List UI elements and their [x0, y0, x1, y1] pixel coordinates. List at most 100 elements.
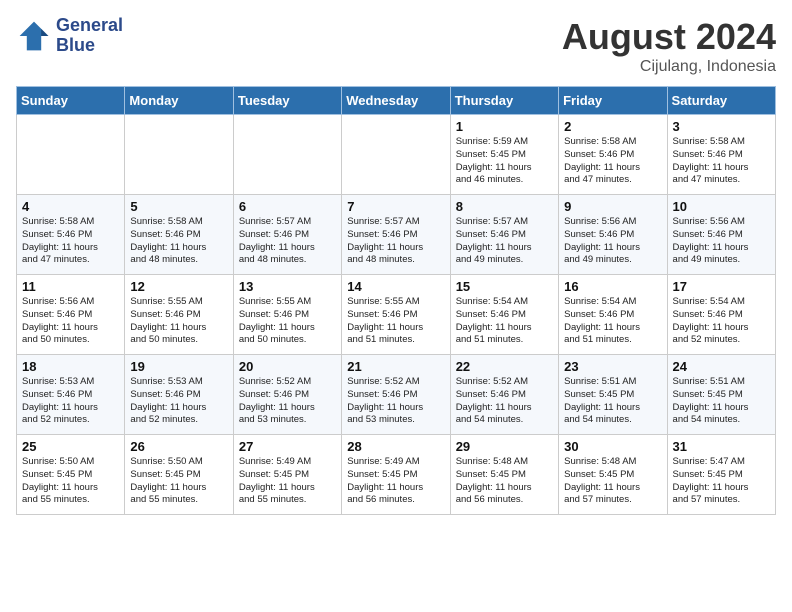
calendar-cell: 10 Sunrise: 5:56 AM Sunset: 5:46 PM Dayli… — [667, 195, 775, 275]
day-number: 30 — [564, 439, 661, 454]
day-number: 26 — [130, 439, 227, 454]
day-info: Sunrise: 5:52 AM Sunset: 5:46 PM Dayligh… — [347, 376, 444, 427]
day-number: 3 — [673, 119, 770, 134]
calendar-cell: 22Sunrise: 5:52 AM Sunset: 5:46 PM Dayli… — [450, 355, 558, 435]
day-info: Sunrise: 5:55 AM Sunset: 5:46 PM Dayligh… — [347, 296, 444, 347]
calendar-cell — [17, 115, 125, 195]
day-info: Sunrise: 5:57 AM Sunset: 5:46 PM Dayligh… — [347, 216, 444, 267]
day-info: Sunrise: 5:58 AM Sunset: 5:46 PM Dayligh… — [130, 216, 227, 267]
calendar-cell: 25Sunrise: 5:50 AM Sunset: 5:45 PM Dayli… — [17, 435, 125, 515]
day-info: Sunrise: 5:54 AM Sunset: 5:46 PM Dayligh… — [564, 296, 661, 347]
day-number: 24 — [673, 359, 770, 374]
day-number: 22 — [456, 359, 553, 374]
calendar-cell: 1 Sunrise: 5:59 AM Sunset: 5:45 PM Daylig… — [450, 115, 558, 195]
calendar-cell: 28Sunrise: 5:49 AM Sunset: 5:45 PM Dayli… — [342, 435, 450, 515]
logo-icon — [16, 18, 52, 54]
day-info: Sunrise: 5:58 AM Sunset: 5:46 PM Dayligh… — [22, 216, 119, 267]
day-info: Sunrise: 5:58 AM Sunset: 5:46 PM Dayligh… — [564, 136, 661, 187]
weekday-header-thursday: Thursday — [450, 87, 558, 115]
calendar-cell: 17Sunrise: 5:54 AM Sunset: 5:46 PM Dayli… — [667, 275, 775, 355]
calendar-cell: 21 Sunrise: 5:52 AM Sunset: 5:46 PM Dayli… — [342, 355, 450, 435]
day-info: Sunrise: 5:57 AM Sunset: 5:46 PM Dayligh… — [456, 216, 553, 267]
calendar-cell: 26 Sunrise: 5:50 AM Sunset: 5:45 PM Dayli… — [125, 435, 233, 515]
calendar-cell: 5Sunrise: 5:58 AM Sunset: 5:46 PM Daylig… — [125, 195, 233, 275]
location-subtitle: Cijulang, Indonesia — [562, 58, 776, 76]
day-number: 29 — [456, 439, 553, 454]
day-number: 16 — [564, 279, 661, 294]
day-info: Sunrise: 5:50 AM Sunset: 5:45 PM Dayligh… — [130, 456, 227, 507]
day-info: Sunrise: 5:56 AM Sunset: 5:46 PM Dayligh… — [22, 296, 119, 347]
day-number: 20 — [239, 359, 336, 374]
day-number: 21 — [347, 359, 444, 374]
weekday-header-monday: Monday — [125, 87, 233, 115]
weekday-header-tuesday: Tuesday — [233, 87, 341, 115]
calendar-cell: 11 Sunrise: 5:56 AM Sunset: 5:46 PM Dayli… — [17, 275, 125, 355]
calendar-cell — [233, 115, 341, 195]
calendar-cell: 3 Sunrise: 5:58 AM Sunset: 5:46 PM Daylig… — [667, 115, 775, 195]
calendar-cell: 4 Sunrise: 5:58 AM Sunset: 5:46 PM Daylig… — [17, 195, 125, 275]
month-year-title: August 2024 — [562, 16, 776, 58]
title-block: August 2024 Cijulang, Indonesia — [562, 16, 776, 76]
page-header: General Blue August 2024 Cijulang, Indon… — [16, 16, 776, 76]
calendar-cell: 27Sunrise: 5:49 AM Sunset: 5:45 PM Dayli… — [233, 435, 341, 515]
calendar-cell: 18 Sunrise: 5:53 AM Sunset: 5:46 PM Dayli… — [17, 355, 125, 435]
day-number: 23 — [564, 359, 661, 374]
calendar-cell: 2 Sunrise: 5:58 AM Sunset: 5:46 PM Daylig… — [559, 115, 667, 195]
day-info: Sunrise: 5:47 AM Sunset: 5:45 PM Dayligh… — [673, 456, 770, 507]
day-info: Sunrise: 5:57 AM Sunset: 5:46 PM Dayligh… — [239, 216, 336, 267]
calendar-cell: 14Sunrise: 5:55 AM Sunset: 5:46 PM Dayli… — [342, 275, 450, 355]
day-number: 6 — [239, 199, 336, 214]
day-number: 1 — [456, 119, 553, 134]
day-info: Sunrise: 5:59 AM Sunset: 5:45 PM Dayligh… — [456, 136, 553, 187]
day-number: 9 — [564, 199, 661, 214]
day-info: Sunrise: 5:53 AM Sunset: 5:46 PM Dayligh… — [22, 376, 119, 427]
day-info: Sunrise: 5:51 AM Sunset: 5:45 PM Dayligh… — [673, 376, 770, 427]
day-info: Sunrise: 5:58 AM Sunset: 5:46 PM Dayligh… — [673, 136, 770, 187]
day-number: 11 — [22, 279, 119, 294]
calendar-cell: 16 Sunrise: 5:54 AM Sunset: 5:46 PM Dayli… — [559, 275, 667, 355]
day-number: 4 — [22, 199, 119, 214]
calendar-cell: 13Sunrise: 5:55 AM Sunset: 5:46 PM Dayli… — [233, 275, 341, 355]
calendar-cell: 30Sunrise: 5:48 AM Sunset: 5:45 PM Dayli… — [559, 435, 667, 515]
day-info: Sunrise: 5:55 AM Sunset: 5:46 PM Dayligh… — [130, 296, 227, 347]
day-number: 15 — [456, 279, 553, 294]
day-info: Sunrise: 5:53 AM Sunset: 5:46 PM Dayligh… — [130, 376, 227, 427]
day-number: 31 — [673, 439, 770, 454]
logo-text: General Blue — [56, 16, 123, 56]
day-info: Sunrise: 5:52 AM Sunset: 5:46 PM Dayligh… — [239, 376, 336, 427]
calendar-week-row: 4 Sunrise: 5:58 AM Sunset: 5:46 PM Daylig… — [17, 195, 776, 275]
day-info: Sunrise: 5:56 AM Sunset: 5:46 PM Dayligh… — [673, 216, 770, 267]
calendar-cell — [125, 115, 233, 195]
calendar-week-row: 25Sunrise: 5:50 AM Sunset: 5:45 PM Dayli… — [17, 435, 776, 515]
day-number: 8 — [456, 199, 553, 214]
calendar-cell: 23 Sunrise: 5:51 AM Sunset: 5:45 PM Dayli… — [559, 355, 667, 435]
weekday-header-saturday: Saturday — [667, 87, 775, 115]
calendar-cell: 7 Sunrise: 5:57 AM Sunset: 5:46 PM Daylig… — [342, 195, 450, 275]
day-number: 19 — [130, 359, 227, 374]
day-number: 7 — [347, 199, 444, 214]
calendar-cell: 31 Sunrise: 5:47 AM Sunset: 5:45 PM Dayli… — [667, 435, 775, 515]
calendar-cell: 19 Sunrise: 5:53 AM Sunset: 5:46 PM Dayli… — [125, 355, 233, 435]
weekday-header-wednesday: Wednesday — [342, 87, 450, 115]
day-info: Sunrise: 5:49 AM Sunset: 5:45 PM Dayligh… — [347, 456, 444, 507]
calendar-table: SundayMondayTuesdayWednesdayThursdayFrid… — [16, 86, 776, 515]
calendar-cell: 6 Sunrise: 5:57 AM Sunset: 5:46 PM Daylig… — [233, 195, 341, 275]
calendar-week-row: 1 Sunrise: 5:59 AM Sunset: 5:45 PM Daylig… — [17, 115, 776, 195]
calendar-cell — [342, 115, 450, 195]
day-info: Sunrise: 5:48 AM Sunset: 5:45 PM Dayligh… — [456, 456, 553, 507]
day-number: 13 — [239, 279, 336, 294]
day-info: Sunrise: 5:56 AM Sunset: 5:46 PM Dayligh… — [564, 216, 661, 267]
day-number: 2 — [564, 119, 661, 134]
day-number: 18 — [22, 359, 119, 374]
calendar-cell: 15 Sunrise: 5:54 AM Sunset: 5:46 PM Dayli… — [450, 275, 558, 355]
day-info: Sunrise: 5:49 AM Sunset: 5:45 PM Dayligh… — [239, 456, 336, 507]
day-info: Sunrise: 5:54 AM Sunset: 5:46 PM Dayligh… — [456, 296, 553, 347]
day-number: 10 — [673, 199, 770, 214]
day-info: Sunrise: 5:51 AM Sunset: 5:45 PM Dayligh… — [564, 376, 661, 427]
weekday-header-friday: Friday — [559, 87, 667, 115]
day-info: Sunrise: 5:50 AM Sunset: 5:45 PM Dayligh… — [22, 456, 119, 507]
calendar-week-row: 11 Sunrise: 5:56 AM Sunset: 5:46 PM Dayli… — [17, 275, 776, 355]
weekday-header-row: SundayMondayTuesdayWednesdayThursdayFrid… — [17, 87, 776, 115]
calendar-cell: 29 Sunrise: 5:48 AM Sunset: 5:45 PM Dayli… — [450, 435, 558, 515]
logo: General Blue — [16, 16, 123, 56]
